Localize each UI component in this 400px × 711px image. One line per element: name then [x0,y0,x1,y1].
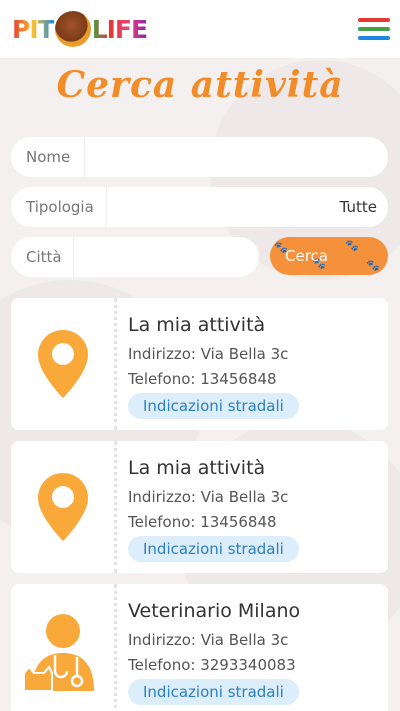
logo-text-right: LIFE [91,14,148,44]
city-input[interactable]: Città [11,237,259,277]
type-select-value[interactable]: Tutte [107,198,388,216]
location-pin-icon [11,441,114,573]
result-phone[interactable]: Telefono: 13456848 [128,370,277,388]
result-phone[interactable]: Telefono: 3293340083 [128,656,296,674]
directions-button[interactable]: Indicazioni stradali [128,536,299,562]
card-divider [114,584,117,711]
hamburger-menu-icon[interactable] [358,18,390,40]
result-card[interactable]: Veterinario Milano Indirizzo: Via Bella … [11,584,388,711]
result-name: La mia attività [128,314,266,336]
result-address: Indirizzo: Via Bella 3c [128,631,289,649]
result-card[interactable]: La mia attività Indirizzo: Via Bella 3c … [11,298,388,430]
type-select-label: Tipologia [11,187,107,227]
page-title: Cerca attività [56,64,344,106]
type-select[interactable]: Tipologia Tutte [11,187,388,227]
logo-text-left: PIT [12,14,55,44]
result-card[interactable]: La mia attività Indirizzo: Via Bella 3c … [11,441,388,573]
result-address: Indirizzo: Via Bella 3c [128,488,289,506]
search-button-label: Cerca [285,247,328,265]
paw-print-icon: 🐾 [366,259,380,272]
result-address: Indirizzo: Via Bella 3c [128,345,289,363]
brand-logo[interactable]: PIT LIFE [12,11,148,47]
logo-dog-avatar [54,11,91,47]
card-divider [114,441,117,573]
city-input-label: Città [11,237,74,277]
result-phone[interactable]: Telefono: 13456848 [128,513,277,531]
result-name: La mia attività [128,457,266,479]
app-header: PIT LIFE [0,0,400,58]
name-input[interactable]: Nome [11,137,388,177]
directions-button[interactable]: Indicazioni stradali [128,393,299,419]
result-name: Veterinario Milano [128,600,301,622]
location-pin-icon [11,298,114,430]
directions-button[interactable]: Indicazioni stradali [128,679,299,705]
search-button[interactable]: 🐾 🐾 🐾 🐾 Cerca [270,237,388,275]
name-input-label: Nome [11,137,85,177]
card-divider [114,298,117,430]
paw-print-icon: 🐾 [345,239,359,252]
veterinarian-icon [11,584,114,711]
